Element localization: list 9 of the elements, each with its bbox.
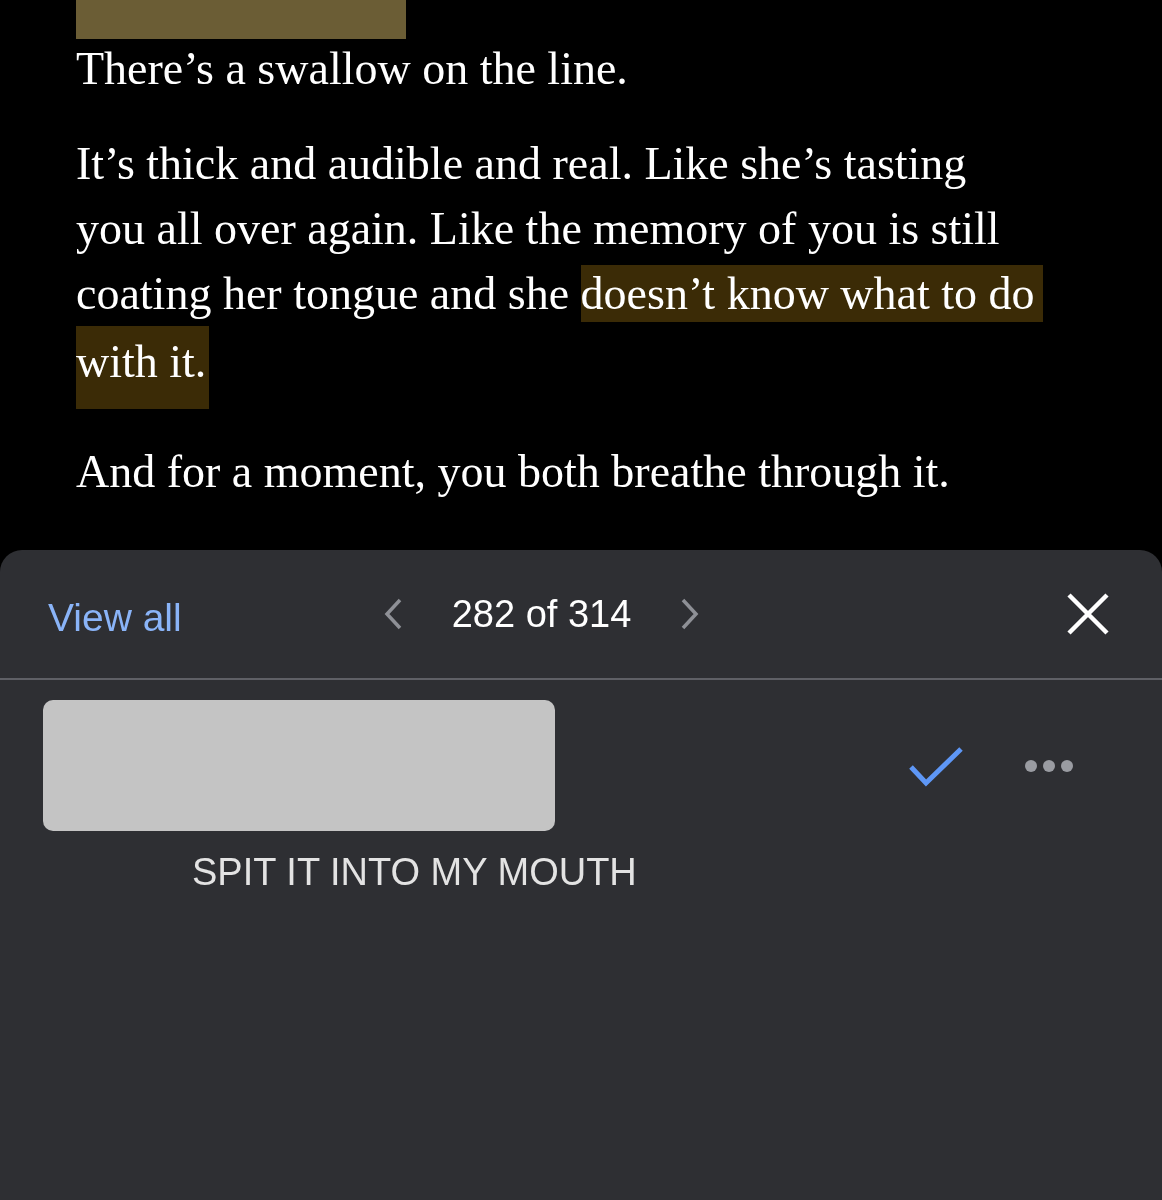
paragraph: It’s thick and audible and real. Like she’s tasting you all over again. Like the memory of you is still coating her tongue and she doesn’t know what to do with it. — [76, 131, 1162, 409]
comment-counter: 282 of 314 — [451, 592, 632, 636]
view-all-link[interactable]: View all — [48, 596, 182, 640]
resolve-button[interactable] — [908, 744, 964, 787]
paragraph: There’s a swallow on the line. — [76, 42, 629, 96]
more-options-button[interactable] — [1024, 758, 1074, 773]
close-button[interactable] — [1066, 592, 1110, 636]
paragraph: And for a moment, you both breathe through it. — [76, 445, 951, 499]
comment-text: SPIT IT INTO MY MOUTH — [191, 850, 638, 894]
